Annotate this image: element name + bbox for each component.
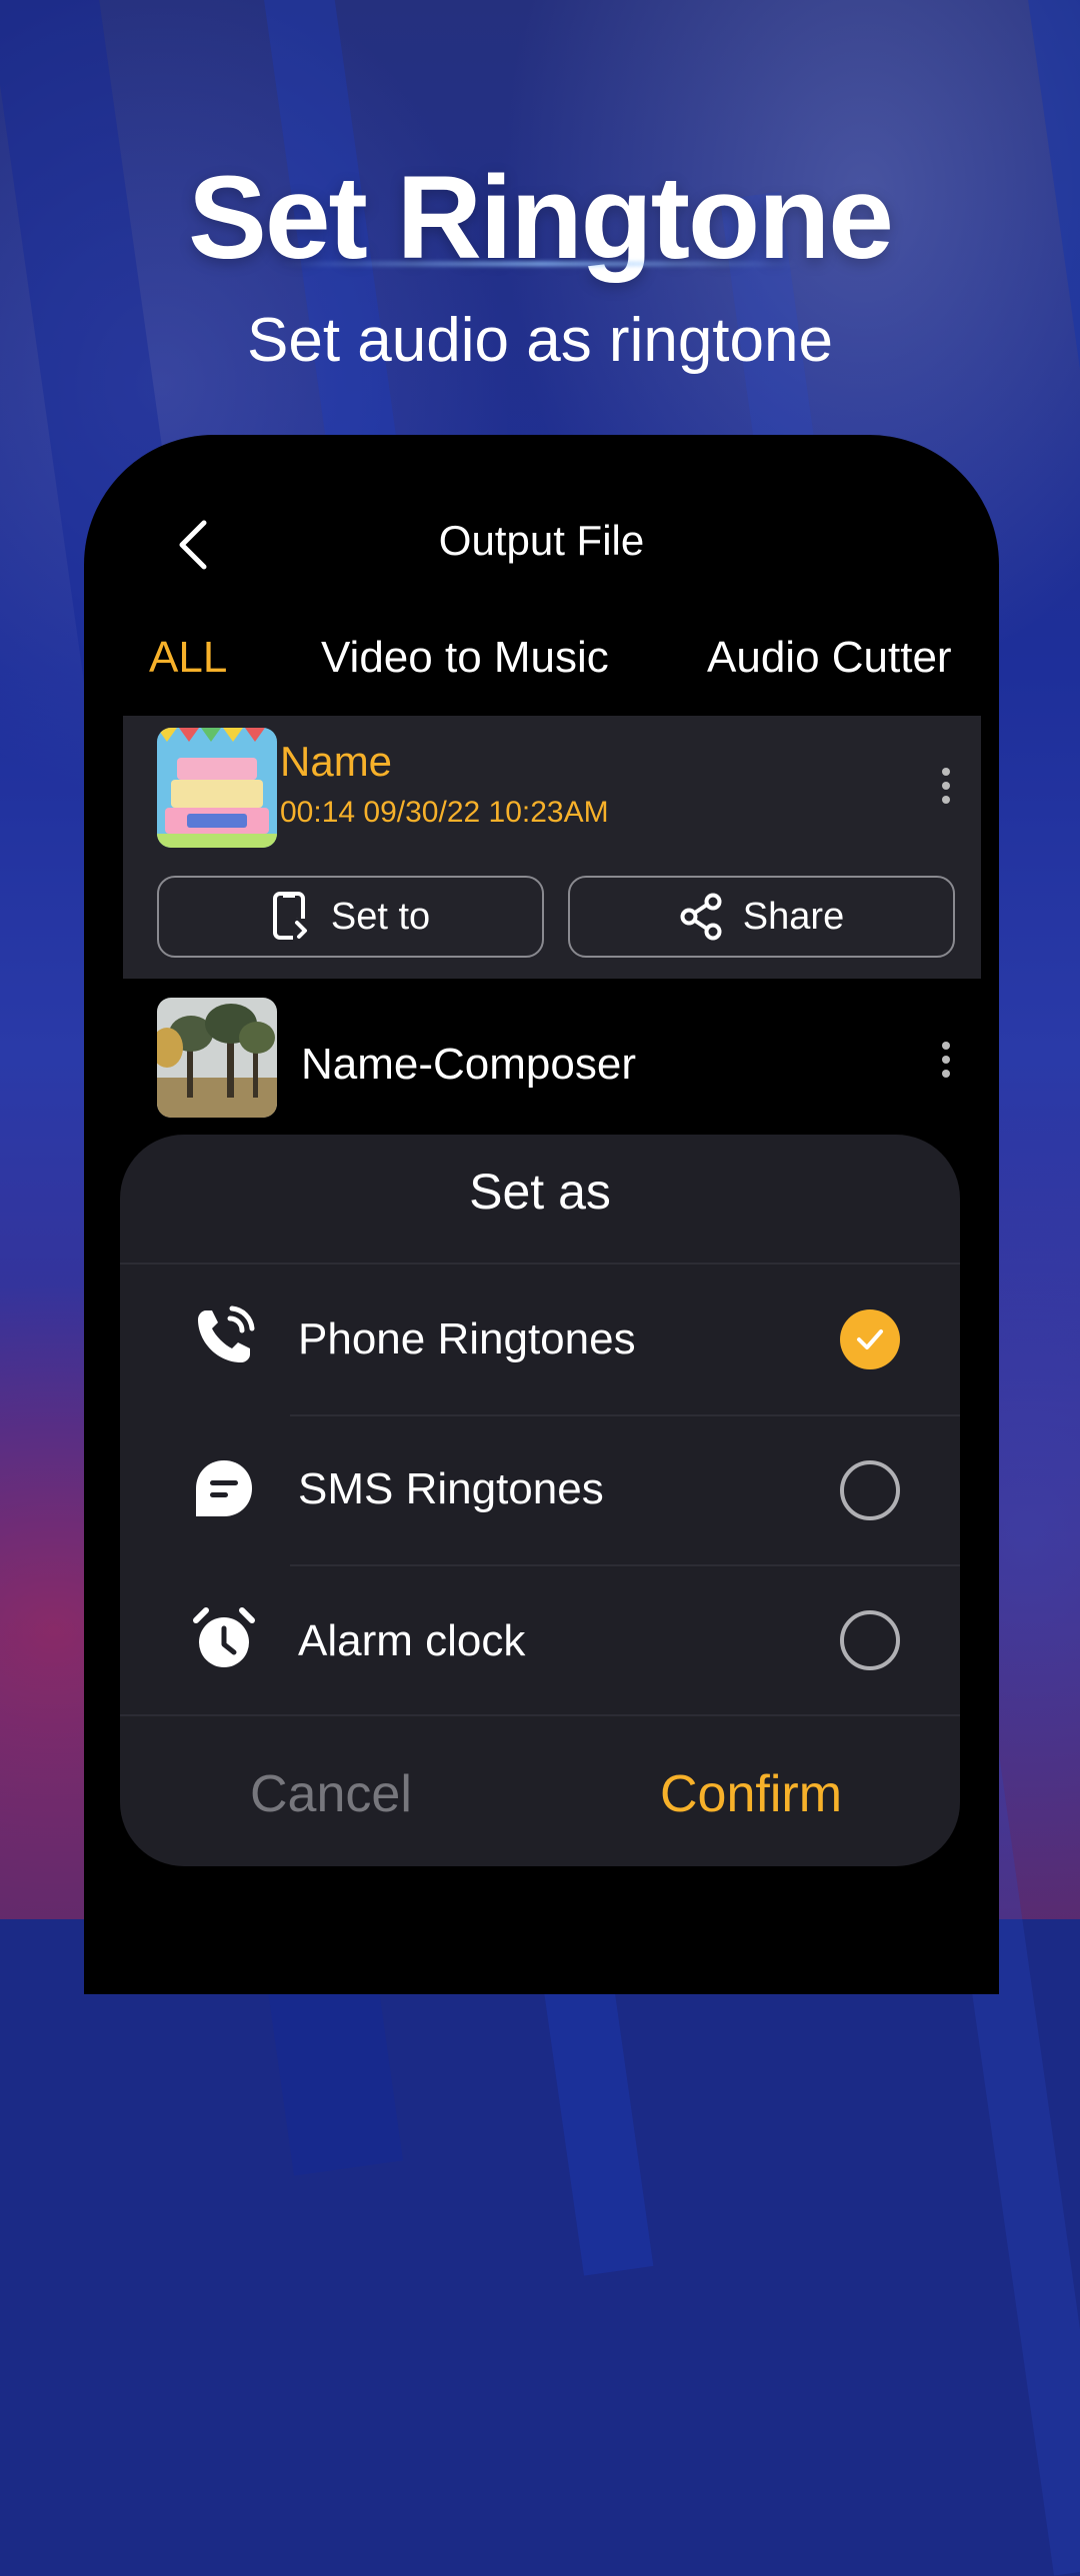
set-phone-icon bbox=[272, 892, 313, 941]
file-name: Name-Composer bbox=[301, 1040, 636, 1089]
checked-radio[interactable] bbox=[840, 1309, 900, 1369]
file-item-selected[interactable]: Name 00:14 09/30/22 10:23AM Set to Share bbox=[123, 716, 981, 979]
tab-all[interactable]: ALL bbox=[149, 633, 227, 683]
set-to-label: Set to bbox=[330, 895, 431, 938]
alarm-clock-icon bbox=[192, 1606, 256, 1670]
tab-video-to-music[interactable]: Video to Music bbox=[321, 633, 609, 683]
more-vertical-icon[interactable] bbox=[940, 1042, 952, 1082]
more-vertical-icon[interactable] bbox=[940, 768, 952, 808]
confirm-button[interactable]: Confirm bbox=[660, 1764, 842, 1824]
cancel-button[interactable]: Cancel bbox=[250, 1764, 412, 1824]
unchecked-radio[interactable] bbox=[840, 1460, 900, 1520]
phone-ring-icon bbox=[192, 1304, 256, 1368]
trees-thumbnail bbox=[157, 998, 277, 1118]
option-sms-ringtones[interactable]: SMS Ringtones bbox=[120, 1416, 960, 1564]
divider bbox=[120, 1714, 960, 1716]
check-icon bbox=[857, 1329, 883, 1349]
set-as-sheet: Set as Phone Ringtones SMS Ringtones Ala… bbox=[120, 1135, 960, 1866]
share-label: Share bbox=[742, 895, 845, 938]
file-meta: 00:14 09/30/22 10:23AM bbox=[280, 796, 609, 829]
option-alarm-clock[interactable]: Alarm clock bbox=[120, 1566, 960, 1714]
option-phone-ringtones[interactable]: Phone Ringtones bbox=[120, 1265, 960, 1414]
share-icon bbox=[680, 893, 722, 941]
unchecked-radio[interactable] bbox=[840, 1610, 900, 1670]
option-label: SMS Ringtones bbox=[298, 1464, 604, 1513]
hero-subtitle: Set audio as ringtone bbox=[247, 306, 833, 375]
file-item[interactable]: Name-Composer bbox=[84, 990, 999, 1130]
message-icon bbox=[192, 1456, 256, 1520]
screen-title: Output File bbox=[438, 517, 645, 564]
top-bar: Output File bbox=[84, 435, 999, 635]
share-button[interactable]: Share bbox=[568, 876, 955, 958]
birthday-cake-thumbnail bbox=[157, 728, 277, 848]
tab-audio-cutter[interactable]: Audio Cutter bbox=[707, 633, 952, 683]
option-label: Phone Ringtones bbox=[298, 1314, 636, 1363]
set-to-button[interactable]: Set to bbox=[157, 876, 544, 958]
file-name: Name bbox=[280, 738, 393, 785]
phone-screen: Output File ALL Video to Music Audio Cut… bbox=[84, 435, 999, 1994]
option-label: Alarm clock bbox=[298, 1616, 526, 1665]
tab-bar: ALL Video to Music Audio Cutter bbox=[84, 633, 999, 693]
hero-title-glow bbox=[280, 262, 800, 266]
sheet-title: Set as bbox=[469, 1164, 611, 1220]
